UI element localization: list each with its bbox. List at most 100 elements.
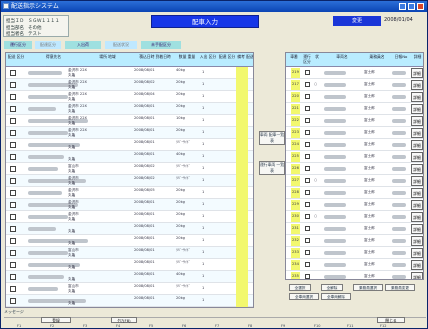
table-row[interactable]: 金沢市 丸亀 2008/08/02 ﾘﾊﾞｰｻｲﾄﾞ 1 (6, 175, 253, 187)
filter-tab[interactable]: 運行区分 (4, 41, 32, 49)
function-key[interactable]: F8 (248, 324, 252, 328)
minimize-icon[interactable] (399, 3, 406, 10)
row-checkbox[interactable] (10, 298, 16, 304)
table-row[interactable]: 金沢市 22X 丸亀 2008/08/02 20kg 1 (6, 79, 253, 91)
table-row[interactable]: 金沢市 22X 丸亀 2008/08/01 20kg 1 (6, 127, 253, 139)
detail-button[interactable]: 詳細 (411, 140, 423, 150)
function-key[interactable]: F4 (116, 324, 120, 328)
vehicle-checkbox[interactable] (305, 106, 310, 111)
row-checkbox[interactable] (10, 250, 16, 256)
table-row[interactable]: 富山市 丸亀 2008/08/01 ﾘﾊﾞｰｻｲﾄﾞ 1 (6, 283, 253, 295)
filter-tab[interactable]: 入出荷 (65, 41, 101, 49)
function-key[interactable]: F2 (50, 324, 54, 328)
vehicle-list-button[interactable]: 車両 配車一覧表 (259, 131, 285, 145)
row-checkbox[interactable] (10, 106, 16, 112)
row-checkbox[interactable] (10, 94, 16, 100)
table-row[interactable]: 金沢市 22X 丸亀 2008/08/01 40kg 1 (6, 67, 253, 79)
detail-button[interactable]: 詳細 (411, 188, 423, 198)
table-row[interactable]: 金沢市 22X 丸亀 2008/08/01 10kg 1 (6, 115, 253, 127)
action-button[interactable]: 全選択 (289, 284, 311, 291)
table-row[interactable]: 丸亀 2008/08/01 ﾘﾊﾞｰｻｲﾄﾞ 1 (6, 139, 253, 151)
register-button[interactable]: 登録 (41, 317, 71, 323)
vehicle-checkbox[interactable] (305, 190, 310, 195)
function-key[interactable]: F6 (182, 324, 186, 328)
detail-button[interactable]: 詳細 (411, 68, 423, 78)
detail-button[interactable]: 詳細 (411, 116, 423, 126)
vehicle-row[interactable]: 230 ○ 富士郎 詳細 (286, 211, 423, 223)
table-row[interactable]: 丸亀 2008/08/01 40kg 1 (6, 271, 253, 283)
maximize-icon[interactable] (408, 3, 415, 10)
table-row[interactable]: 富山市 丸亀 2008/08/02 ﾘﾊﾞｰｻｲﾄﾞ 1 (6, 163, 253, 175)
vehicle-checkbox[interactable] (305, 94, 310, 99)
function-key[interactable]: F12 (380, 324, 386, 328)
vehicle-row[interactable]: 222 富士郎 詳細 (286, 115, 423, 127)
detail-button[interactable]: 詳細 (411, 236, 423, 246)
route-list-button[interactable]: 運行車両 一覧表 (259, 161, 285, 175)
table-row[interactable]: 金沢市 22X 丸亀 2008/08/01 20kg 1 (6, 103, 253, 115)
action-button[interactable]: 全車両選択 (289, 293, 319, 300)
detail-button[interactable]: 詳細 (411, 104, 423, 114)
vehicle-row[interactable]: 232 富士郎 詳細 (286, 235, 423, 247)
function-key[interactable]: F1 (17, 324, 21, 328)
vehicle-row[interactable]: 228 富士郎 詳細 (286, 187, 423, 199)
detail-button[interactable]: 詳細 (411, 272, 423, 279)
table-row[interactable]: 丸亀 2008/08/01 ﾘﾊﾞｰｻｲﾄﾞ 1 (6, 259, 253, 271)
vehicle-row[interactable]: 227 ○ 富士郎 詳細 (286, 175, 423, 187)
detail-button[interactable]: 詳細 (411, 248, 423, 258)
row-checkbox[interactable] (10, 238, 16, 244)
vehicle-row[interactable]: 235 富士郎 詳細 (286, 271, 423, 279)
table-row[interactable]: 金沢市 22X 丸亀 2008/08/04 20kg 1 (6, 91, 253, 103)
vehicle-row[interactable]: 234 富士郎 詳細 (286, 259, 423, 271)
detail-button[interactable]: 詳細 (411, 200, 423, 210)
vehicle-checkbox[interactable] (305, 250, 310, 255)
function-key[interactable]: F7 (215, 324, 219, 328)
detail-button[interactable]: 詳細 (411, 224, 423, 234)
row-checkbox[interactable] (10, 262, 16, 268)
vehicle-row[interactable]: 233 富士郎 詳細 (286, 247, 423, 259)
row-checkbox[interactable] (10, 142, 16, 148)
row-checkbox[interactable] (10, 154, 16, 160)
close-button[interactable]: 閉じる (377, 317, 405, 323)
close-icon[interactable] (417, 3, 424, 10)
vehicle-checkbox[interactable] (305, 130, 310, 135)
row-checkbox[interactable] (10, 130, 16, 136)
action-button[interactable]: 全解除 (321, 284, 343, 291)
detail-button[interactable]: 詳細 (411, 260, 423, 270)
vehicle-checkbox[interactable] (305, 154, 310, 159)
vehicle-row[interactable]: 217 ○ 富士郎 詳細 (286, 79, 423, 91)
clear-button[interactable]: ｸﾘｱ(F8) (111, 317, 137, 323)
detail-button[interactable]: 詳細 (411, 212, 423, 222)
table-row[interactable]: 金沢市 丸亀 2008/08/01 20kg 1 (6, 211, 253, 223)
detail-button[interactable]: 詳細 (411, 128, 423, 138)
function-key[interactable]: F3 (83, 324, 87, 328)
filter-tab[interactable]: 配達区分 (35, 41, 61, 49)
table-row[interactable]: 富山市 丸亀 2008/08/01 ﾘﾊﾞｰｻｲﾄﾞ 1 (6, 247, 253, 259)
row-checkbox[interactable] (10, 190, 16, 196)
vehicle-checkbox[interactable] (305, 214, 310, 219)
vehicle-row[interactable]: 226 富士郎 詳細 (286, 163, 423, 175)
table-row[interactable]: 丸亀 2008/08/01 20kg 1 (6, 223, 253, 235)
vehicle-row[interactable]: 221 富士郎 詳細 (286, 103, 423, 115)
vehicle-checkbox[interactable] (305, 118, 310, 123)
detail-button[interactable]: 詳細 (411, 80, 423, 90)
function-key[interactable]: F5 (149, 324, 153, 328)
row-checkbox[interactable] (10, 286, 16, 292)
row-checkbox[interactable] (10, 226, 16, 232)
row-checkbox[interactable] (10, 274, 16, 280)
vehicle-checkbox[interactable] (305, 226, 310, 231)
vehicle-checkbox[interactable] (305, 142, 310, 147)
row-checkbox[interactable] (10, 214, 16, 220)
row-checkbox[interactable] (10, 118, 16, 124)
filter-tab[interactable]: 配送状況 (105, 41, 137, 49)
vehicle-checkbox[interactable] (305, 166, 310, 171)
vehicle-checkbox[interactable] (305, 82, 310, 87)
action-button[interactable]: 全車両解除 (321, 293, 351, 300)
table-row[interactable]: 丸亀 2008/08/01 20kg 1 (6, 295, 253, 307)
detail-button[interactable]: 詳細 (411, 176, 423, 186)
vehicle-checkbox[interactable] (305, 202, 310, 207)
vehicle-row[interactable]: 219 富士郎 詳細 (286, 67, 423, 79)
vehicle-row[interactable]: 231 富士郎 詳細 (286, 223, 423, 235)
filter-tab[interactable]: 未手配区分 (141, 41, 181, 49)
vehicle-row[interactable]: 224 富士郎 詳細 (286, 139, 423, 151)
vehicle-checkbox[interactable] (305, 70, 310, 75)
